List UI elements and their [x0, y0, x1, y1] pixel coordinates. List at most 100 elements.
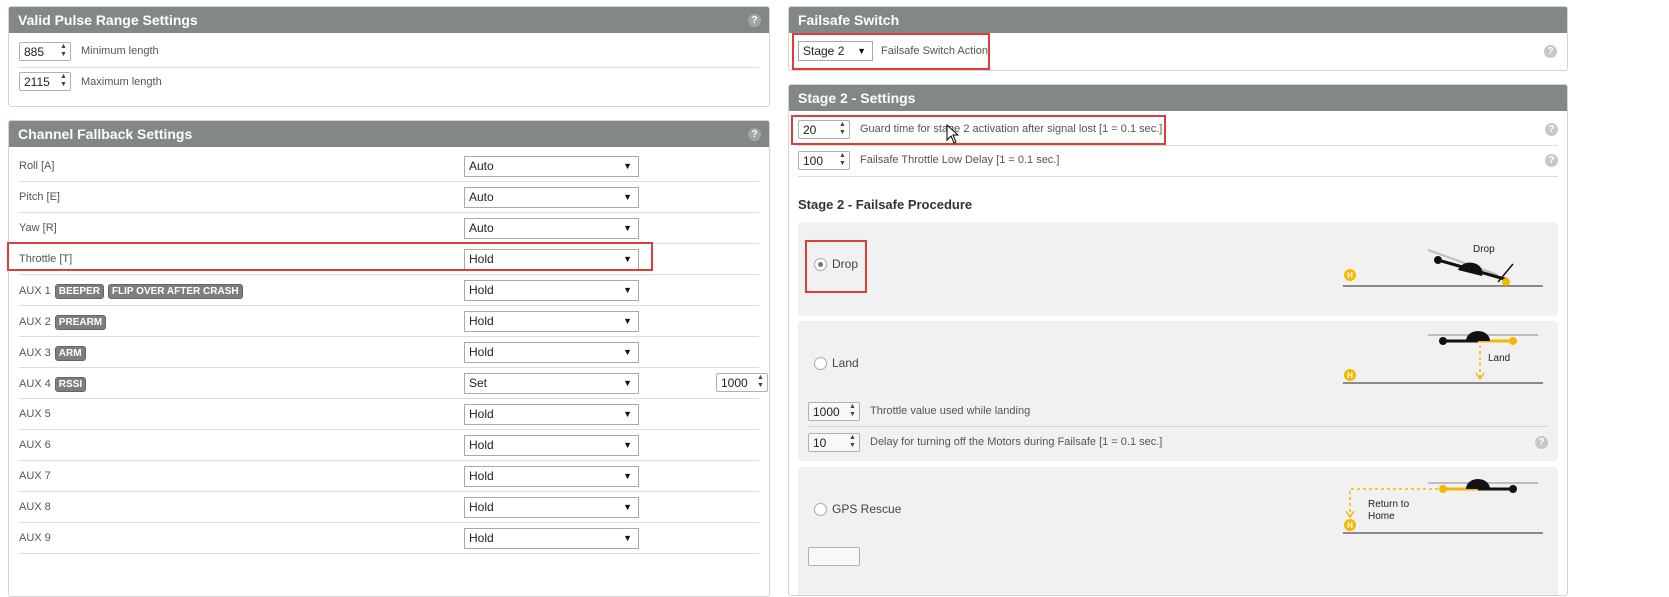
spinner-icon[interactable]: ▲ ▼	[57, 43, 70, 60]
gps-diagram-line2: Home	[1368, 511, 1395, 522]
fallback-mode-select[interactable]: Hold ▼	[464, 435, 639, 456]
land-diagram-label: Land	[1488, 353, 1510, 364]
spinner-icon[interactable]: ▲ ▼	[836, 152, 849, 169]
dropdown-arrow-icon: ▼	[623, 533, 632, 543]
fallback-set-input[interactable]: 1000 ▲ ▼	[716, 373, 768, 392]
gps-rescue-radio[interactable]	[814, 503, 827, 516]
drop-diagram: H Drop	[1343, 244, 1543, 287]
dropdown-arrow-icon: ▼	[623, 316, 632, 326]
home-marker: H	[1347, 271, 1353, 280]
drop-diagram-label: Drop	[1473, 244, 1495, 255]
fallback-row: Roll [A] Auto ▼	[19, 151, 759, 182]
fallback-channel-label: AUX 7	[19, 470, 51, 482]
fallback-channel-label: AUX 2 PREARM	[19, 315, 107, 330]
gps-rescue-input[interactable]	[808, 547, 860, 566]
land-label: Land	[832, 356, 859, 370]
fallback-row: AUX 9 Hold ▼	[19, 523, 759, 554]
dropdown-arrow-icon: ▼	[623, 440, 632, 450]
help-icon[interactable]: ?	[1544, 45, 1557, 58]
fallback-channel-label: AUX 9	[19, 532, 51, 544]
fallback-channel-label: Pitch [E]	[19, 191, 60, 203]
spinner-icon[interactable]: ▲ ▼	[754, 374, 767, 391]
max-length-label: Maximum length	[81, 76, 162, 88]
max-length-row: 2115 ▲ ▼ Maximum length	[19, 68, 759, 99]
fallback-mode-select[interactable]: Auto ▼	[464, 218, 639, 239]
failsafe-action-highlight	[792, 33, 990, 70]
min-length-row: 885 ▲ ▼ Minimum length	[19, 36, 759, 68]
help-icon[interactable]: ?	[748, 14, 761, 27]
failsafe-switch-title: Failsafe Switch	[798, 12, 900, 28]
land-radio[interactable]	[814, 357, 827, 370]
fallback-channel-label: AUX 3 ARM	[19, 346, 86, 361]
guard-time-highlight	[791, 115, 1166, 145]
fallback-mode-select[interactable]: Hold ▼	[464, 466, 639, 487]
land-throttle-label: Throttle value used while landing	[870, 405, 1031, 417]
dropdown-arrow-icon: ▼	[623, 192, 632, 202]
min-length-input[interactable]: 885 ▲ ▼	[19, 42, 71, 61]
fallback-row: AUX 6 Hold ▼	[19, 430, 759, 461]
help-icon[interactable]: ?	[1545, 154, 1558, 167]
mode-badge: ARM	[54, 346, 86, 361]
drop-option[interactable]: Drop H Drop	[798, 222, 1558, 316]
help-icon[interactable]: ?	[748, 128, 761, 141]
spinner-icon[interactable]: ▲ ▼	[846, 434, 859, 451]
fallback-mode-select[interactable]: Hold ▼	[464, 342, 639, 363]
fallback-row: AUX 2 PREARM Hold ▼	[19, 306, 759, 337]
mouse-cursor-icon	[946, 124, 960, 144]
land-throttle-row: 1000 ▲ ▼ Throttle value used while landin…	[808, 397, 1548, 427]
throttle-highlight	[7, 242, 653, 271]
throttle-low-row: 100 ▲ ▼ Failsafe Throttle Low Delay [1 = …	[798, 146, 1558, 177]
land-delay-row: 10 ▲ ▼ Delay for turning off the Motors d…	[808, 427, 1548, 457]
mode-badge: RSSI	[54, 377, 87, 392]
fallback-mode-select[interactable]: Auto ▼	[464, 187, 639, 208]
fallback-mode-select[interactable]: Auto ▼	[464, 156, 639, 177]
channel-fallback-title: Channel Fallback Settings	[18, 126, 193, 142]
failsafe-switch-header: Failsafe Switch	[789, 7, 1567, 33]
fallback-channel-label: AUX 5	[19, 408, 51, 420]
fallback-channel-label: Roll [A]	[19, 160, 55, 172]
stage2-panel: Stage 2 - Settings 20 ▲ ▼ Guard time for …	[788, 84, 1568, 596]
dropdown-arrow-icon: ▼	[623, 285, 632, 295]
mode-badge: PREARM	[54, 315, 107, 330]
mode-badge: FLIP OVER AFTER CRASH	[107, 284, 243, 299]
fallback-mode-select[interactable]: Hold ▼	[464, 311, 639, 332]
gps-rescue-diagram: H Return to Home	[1343, 479, 1543, 534]
fallback-mode-select[interactable]: Hold ▼	[464, 280, 639, 301]
fallback-channel-label: AUX 6	[19, 439, 51, 451]
land-option[interactable]: Land H Land 1000 ▲ ▼ Throttle value used …	[798, 321, 1558, 461]
fallback-channel-label: AUX 8	[19, 501, 51, 513]
drop-highlight	[805, 240, 867, 293]
procedure-title: Stage 2 - Failsafe Procedure	[798, 197, 973, 212]
valid-pulse-panel: Valid Pulse Range Settings ? 885 ▲ ▼ Mini…	[8, 6, 770, 107]
land-delay-label: Delay for turning off the Motors during …	[870, 436, 1163, 448]
spinner-icon[interactable]: ▲ ▼	[57, 73, 70, 90]
fallback-mode-select[interactable]: Set ▼	[464, 373, 639, 394]
fallback-mode-select[interactable]: Hold ▼	[464, 528, 639, 549]
dropdown-arrow-icon: ▼	[623, 409, 632, 419]
fallback-mode-select[interactable]: Hold ▼	[464, 404, 639, 425]
home-marker: H	[1347, 371, 1353, 380]
dropdown-arrow-icon: ▼	[623, 347, 632, 357]
gps-rescue-option[interactable]: GPS Rescue H Return to Home	[798, 467, 1558, 595]
valid-pulse-title: Valid Pulse Range Settings	[18, 12, 198, 28]
throttle-low-input[interactable]: 100 ▲ ▼	[798, 151, 850, 170]
fallback-row: AUX 8 Hold ▼	[19, 492, 759, 523]
max-length-input[interactable]: 2115 ▲ ▼	[19, 72, 71, 91]
fallback-row: Yaw [R] Auto ▼	[19, 213, 759, 244]
help-icon[interactable]: ?	[1535, 436, 1548, 449]
valid-pulse-header: Valid Pulse Range Settings ?	[9, 7, 769, 33]
dropdown-arrow-icon: ▼	[623, 223, 632, 233]
fallback-row: AUX 1 BEEPER FLIP OVER AFTER CRASH Hold ▼	[19, 275, 759, 306]
dropdown-arrow-icon: ▼	[623, 471, 632, 481]
fallback-channel-label: Yaw [R]	[19, 222, 57, 234]
fallback-row: AUX 4 RSSI Set ▼ 1000 ▲ ▼	[19, 368, 768, 399]
spinner-icon[interactable]: ▲ ▼	[846, 403, 859, 420]
help-icon[interactable]: ?	[1545, 123, 1558, 136]
fallback-mode-select[interactable]: Hold ▼	[464, 497, 639, 518]
land-throttle-input[interactable]: 1000 ▲ ▼	[808, 402, 860, 421]
fallback-row: AUX 5 Hold ▼	[19, 399, 759, 430]
dropdown-arrow-icon: ▼	[623, 161, 632, 171]
land-delay-input[interactable]: 10 ▲ ▼	[808, 433, 860, 452]
land-diagram: H Land	[1343, 331, 1543, 384]
fallback-row: Pitch [E] Auto ▼	[19, 182, 759, 213]
